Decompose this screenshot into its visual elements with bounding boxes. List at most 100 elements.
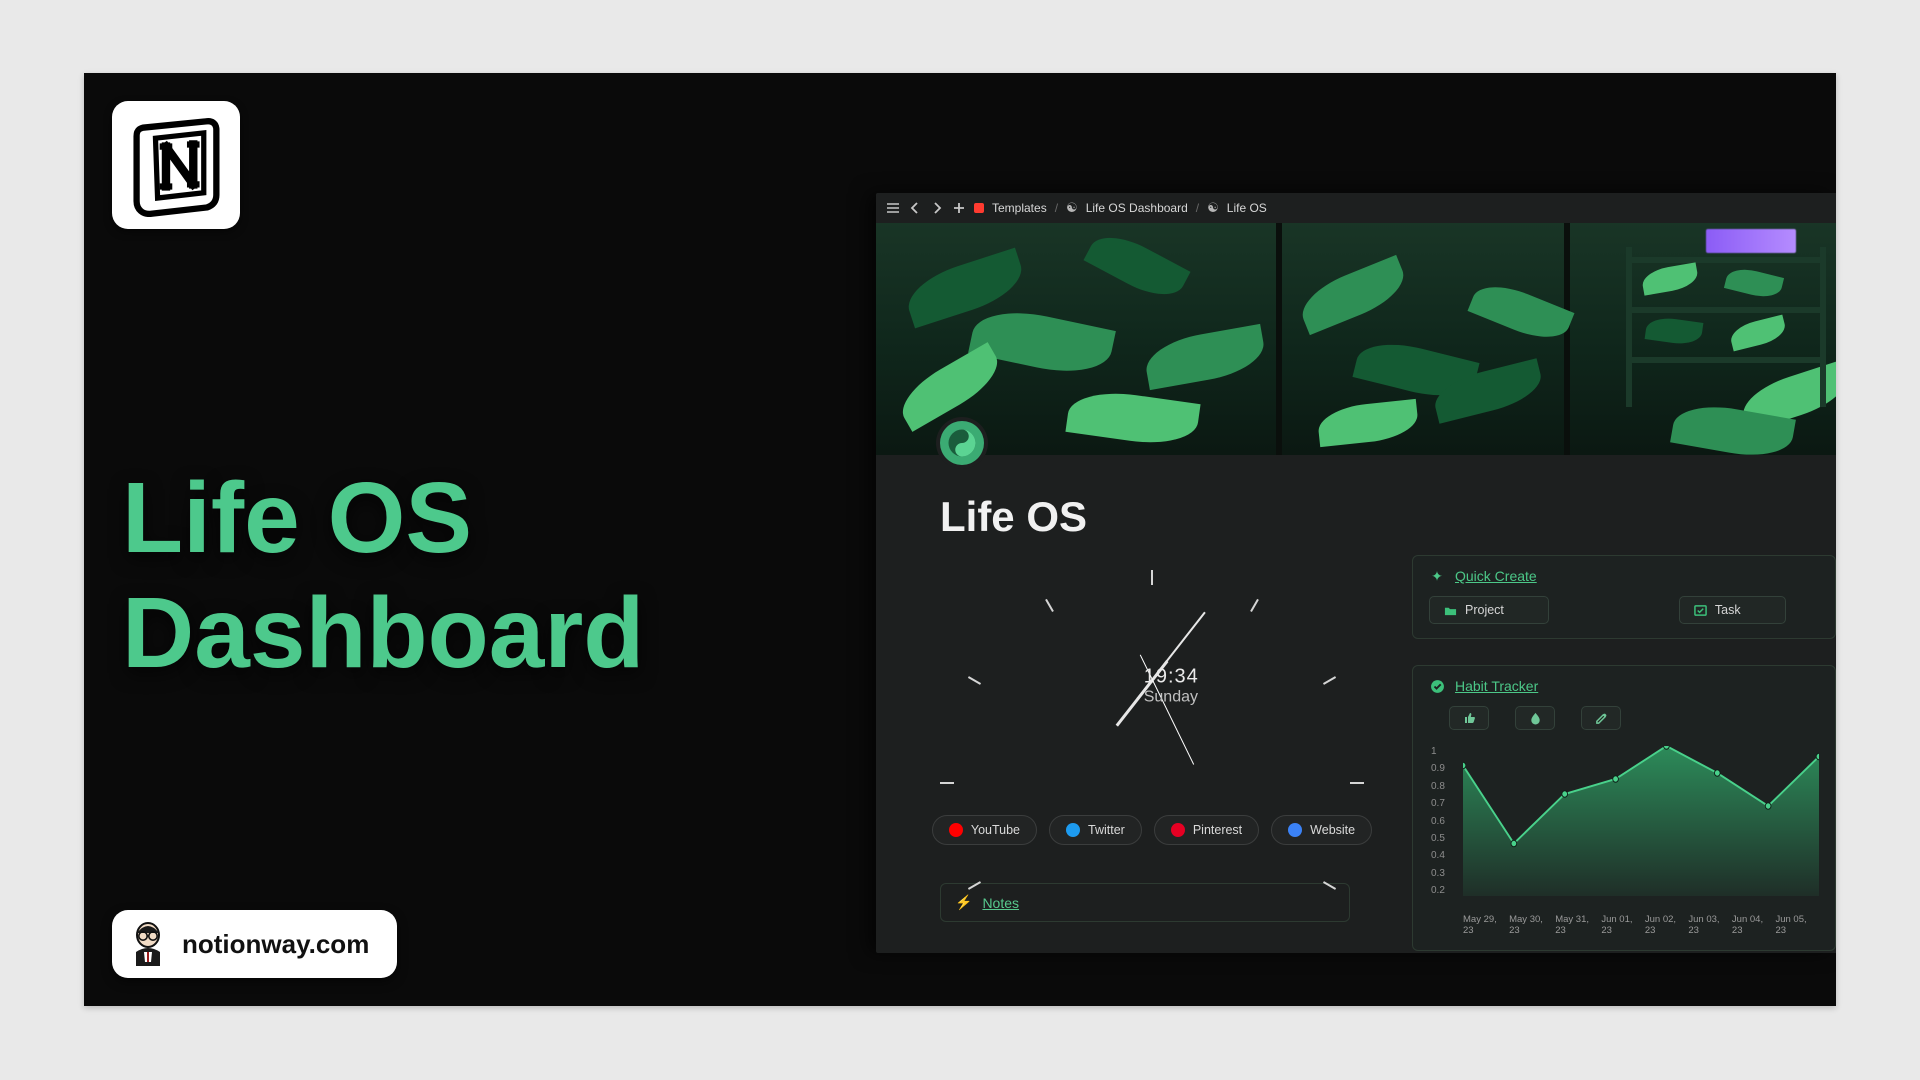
social-youtube[interactable]: YouTube	[932, 815, 1037, 845]
sparkle-icon: ✦	[1429, 568, 1445, 584]
menu-icon[interactable]	[886, 201, 900, 215]
forward-icon[interactable]	[930, 201, 944, 215]
y-tick: 0.7	[1431, 798, 1445, 809]
edit-icon	[1595, 712, 1608, 725]
clock-day: Sunday	[1144, 689, 1199, 707]
right-column: ✦ Quick Create Project Task Dail	[1412, 555, 1836, 953]
quick-create-project[interactable]: Project	[1429, 596, 1549, 624]
x-tick: Jun 03, 23	[1688, 914, 1732, 936]
quick-create-panel: ✦ Quick Create Project Task Dail	[1412, 555, 1836, 639]
chip-label: YouTube	[971, 823, 1020, 837]
clock-tick	[1250, 599, 1259, 612]
y-tick: 0.8	[1431, 781, 1445, 792]
page-title: Life OS	[940, 493, 1087, 541]
x-tick: Jun 02, 23	[1645, 914, 1689, 936]
social-chip-row: YouTube Twitter Pinterest Website	[940, 815, 1364, 845]
y-tick: 1	[1431, 746, 1445, 757]
y-tick: 0.5	[1431, 833, 1445, 844]
qc-label: Task	[1715, 603, 1741, 617]
notion-icon	[124, 113, 229, 218]
clock-tick	[1045, 599, 1054, 612]
y-tick: 0.9	[1431, 763, 1445, 774]
x-tick: May 30, 23	[1509, 914, 1555, 936]
chart-point	[1613, 776, 1619, 782]
chart-x-axis: May 29, 23May 30, 23May 31, 23Jun 01, 23…	[1463, 914, 1819, 936]
chart-point	[1816, 753, 1819, 759]
clock-widget: /* ticks generated below via JS for brev…	[1017, 555, 1287, 805]
x-tick: May 29, 23	[1463, 914, 1509, 936]
chart-area	[1463, 746, 1819, 896]
headline-line1: Life OS	[122, 461, 644, 576]
thumbs-up-icon	[1462, 711, 1476, 725]
habit-tracker-panel: Habit Tracker 1 0.9 0.8 0.7 0.6 0.5 0.4 0.3 0.2	[1412, 665, 1836, 951]
x-tick: May 31, 23	[1555, 914, 1601, 936]
clock-tick	[940, 782, 954, 784]
chart-point	[1463, 762, 1466, 768]
globe-icon	[1288, 823, 1302, 837]
clock-tick	[1323, 676, 1336, 685]
breadcrumb-page-icon: ☯	[1207, 200, 1219, 216]
breadcrumb-templates[interactable]: Templates	[992, 201, 1047, 215]
check-circle-icon	[1429, 678, 1445, 694]
record-icon[interactable]	[974, 203, 984, 213]
chip-label: Pinterest	[1193, 823, 1242, 837]
chip-label: Website	[1310, 823, 1355, 837]
chip-label: Twitter	[1088, 823, 1125, 837]
water-drop-icon	[1529, 712, 1542, 725]
notion-logo	[112, 101, 240, 229]
shelf-icon	[1626, 247, 1826, 407]
y-tick: 0.2	[1431, 885, 1445, 896]
left-column: /* ticks generated below via JS for brev…	[940, 555, 1364, 922]
source-label: notionway.com	[182, 929, 369, 960]
folder-icon	[1444, 604, 1457, 617]
clock-tick	[1350, 782, 1364, 784]
twitter-icon	[1066, 823, 1080, 837]
chart-fill	[1463, 746, 1819, 896]
y-tick: 0.4	[1431, 850, 1445, 861]
headline-line2: Dashboard	[122, 576, 644, 691]
source-pill: notionway.com	[112, 910, 397, 978]
quick-create-task[interactable]: Task	[1679, 596, 1786, 624]
habit-tab-1[interactable]	[1449, 706, 1489, 730]
pinterest-icon	[1171, 823, 1185, 837]
habit-tab-3[interactable]	[1581, 706, 1621, 730]
promo-card: Life OS Dashboard notionway.com	[84, 73, 1836, 1006]
habit-tab-2[interactable]	[1515, 706, 1555, 730]
breadcrumb-row: Templates / ☯ Life OS Dashboard / ☯ Life…	[876, 193, 1836, 223]
habit-title: Habit Tracker	[1455, 678, 1538, 694]
chart-point	[1765, 803, 1771, 809]
new-page-icon[interactable]	[952, 201, 966, 215]
social-website[interactable]: Website	[1271, 815, 1372, 845]
habit-chart: 10.90.80.70.60.50.40.30.2 May 29, 23May	[1429, 706, 1819, 936]
breadcrumb-dashboard-icon: ☯	[1066, 200, 1078, 216]
page-icon[interactable]	[940, 421, 984, 465]
task-icon	[1694, 604, 1707, 617]
notes-panel[interactable]: ⚡ Notes	[940, 883, 1350, 922]
breadcrumb-sep: /	[1055, 201, 1058, 215]
x-tick: Jun 01, 23	[1601, 914, 1645, 936]
qc-label: Project	[1465, 603, 1504, 617]
youtube-icon	[949, 823, 963, 837]
x-tick: Jun 04, 23	[1732, 914, 1776, 936]
cover-image	[876, 223, 1836, 455]
chart-y-axis: 1 0.9 0.8 0.7 0.6 0.5 0.4 0.3 0.2	[1431, 746, 1445, 896]
clock-time: 19:34	[1144, 666, 1199, 689]
breadcrumb-dashboard[interactable]: Life OS Dashboard	[1086, 201, 1188, 215]
x-tick: Jun 05, 23	[1775, 914, 1819, 936]
breadcrumb-sep: /	[1196, 201, 1199, 215]
author-avatar-icon	[130, 922, 166, 966]
yin-yang-icon	[947, 428, 977, 458]
chart-point	[1714, 770, 1720, 776]
social-twitter[interactable]: Twitter	[1049, 815, 1142, 845]
y-tick: 0.6	[1431, 816, 1445, 827]
clock-tick	[1151, 571, 1153, 585]
quick-create-title: Quick Create	[1455, 568, 1537, 584]
social-pinterest[interactable]: Pinterest	[1154, 815, 1259, 845]
back-icon[interactable]	[908, 201, 922, 215]
dashboard-preview: Templates / ☯ Life OS Dashboard / ☯ Life…	[876, 193, 1836, 953]
breadcrumb-page[interactable]: Life OS	[1227, 201, 1267, 215]
clock-tick	[968, 676, 981, 685]
bolt-icon: ⚡	[955, 894, 972, 911]
y-tick: 0.3	[1431, 868, 1445, 879]
chart-point	[1562, 791, 1568, 797]
